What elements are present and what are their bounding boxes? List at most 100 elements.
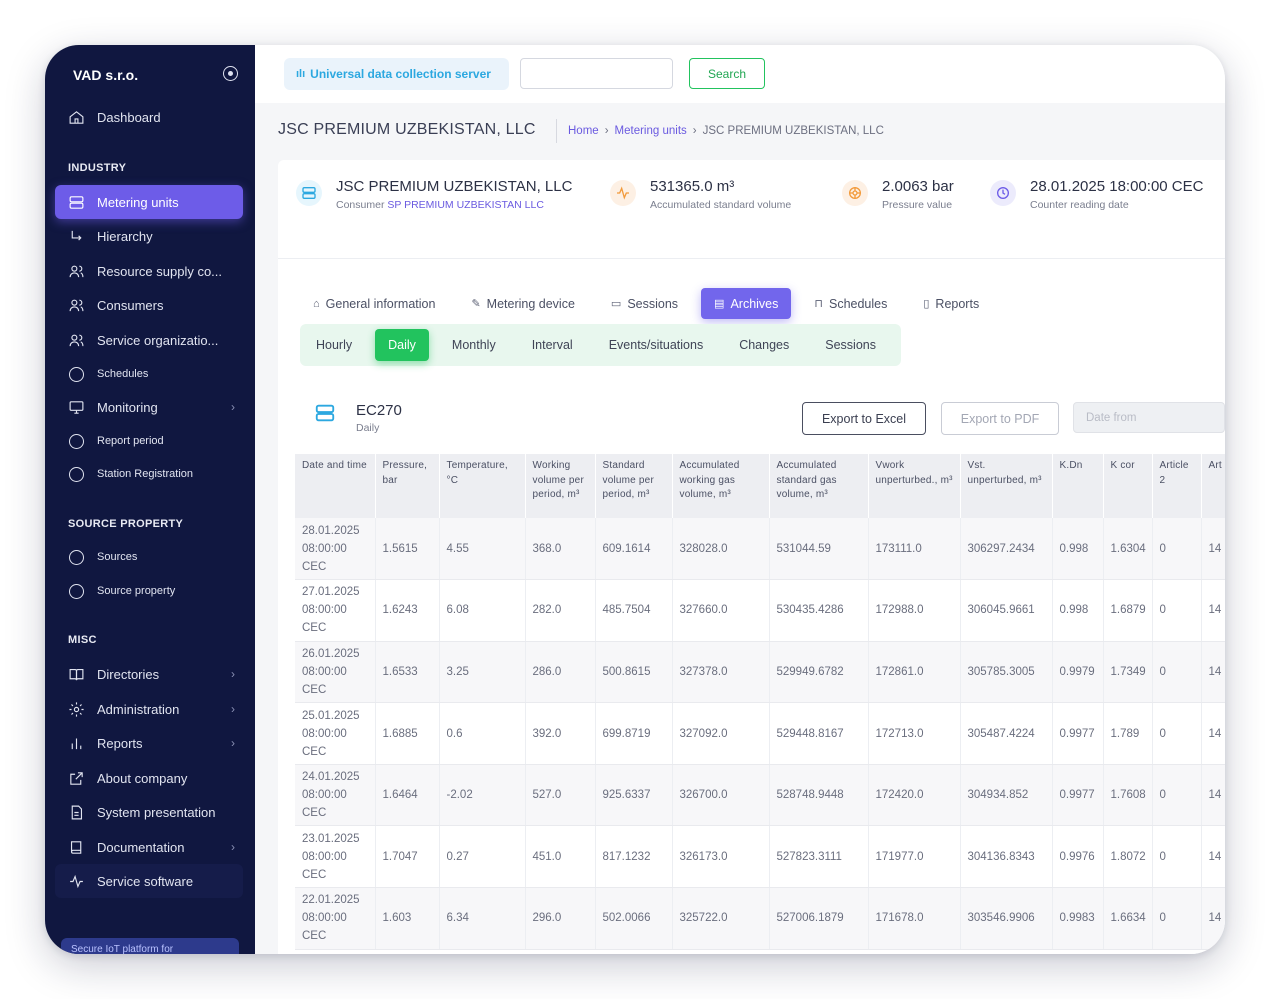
subtab-sessions[interactable]: Sessions bbox=[812, 329, 889, 361]
sidebar-item-consumers[interactable]: Consumers bbox=[55, 288, 243, 322]
sidebar-item-label: Dashboard bbox=[97, 109, 161, 125]
sidebar-item-monitoring[interactable]: Monitoring › bbox=[55, 390, 243, 424]
activity-icon bbox=[67, 872, 85, 890]
column-header[interactable]: Vwork unperturbed., m³ bbox=[868, 454, 961, 518]
sidebar-item-service-organizations[interactable]: Service organizatio... bbox=[55, 323, 243, 357]
column-header[interactable]: Standard volume per period, m³ bbox=[595, 454, 673, 518]
sidebar-item-documentation[interactable]: Documentation › bbox=[55, 830, 243, 864]
column-header[interactable]: K.Dn bbox=[1052, 454, 1104, 518]
sidebar-item-source-property[interactable]: Source property bbox=[55, 574, 243, 608]
server-icon bbox=[296, 180, 322, 206]
circle-icon bbox=[67, 365, 85, 383]
table-cell: 1.7349 bbox=[1103, 641, 1153, 704]
table-cell: 305785.3005 bbox=[960, 641, 1053, 704]
table-cell: 530435.4286 bbox=[769, 579, 869, 642]
archive-period-tabs: Hourly Daily Monthly Interval Events/sit… bbox=[300, 324, 901, 366]
tab-general-information[interactable]: ⌂ General information bbox=[300, 288, 448, 319]
table-cell: 699.8719 bbox=[595, 702, 673, 765]
subtab-daily[interactable]: Daily bbox=[375, 329, 429, 361]
table-cell: 171977.0 bbox=[868, 825, 961, 889]
subtab-changes[interactable]: Changes bbox=[726, 329, 802, 361]
table-cell: 304934.852 bbox=[960, 764, 1053, 827]
table-row[interactable]: 23.01.2025 08:00:00 CEC 1.7047 0.27 451.0 81… bbox=[295, 825, 1225, 889]
sidebar-item-schedules[interactable]: Schedules bbox=[55, 357, 243, 391]
sidebar-item-label: Monitoring bbox=[97, 399, 158, 415]
consumer-link[interactable]: SP PREMIUM UZBEKISTAN LLC bbox=[387, 199, 544, 211]
sidebar-item-system-presentation[interactable]: System presentation bbox=[55, 795, 243, 829]
sidebar-item-hierarchy[interactable]: Hierarchy bbox=[55, 219, 243, 253]
brand-name: VAD s.r.o. bbox=[73, 67, 139, 83]
unit-name: JSC PREMIUM UZBEKISTAN, LLC bbox=[336, 178, 573, 195]
chevron-right-icon: › bbox=[231, 736, 235, 750]
search-button[interactable]: Search bbox=[689, 58, 765, 89]
column-header[interactable]: Working volume per period, m³ bbox=[525, 454, 596, 518]
breadcrumb-metering-units[interactable]: Metering units bbox=[615, 125, 687, 137]
column-header[interactable]: K cor bbox=[1103, 454, 1153, 518]
tab-label: General information bbox=[325, 296, 436, 311]
table-cell: 296.0 bbox=[525, 887, 596, 950]
column-header[interactable]: Vst. unperturbed, m³ bbox=[960, 454, 1053, 518]
tab-sessions[interactable]: ▭ Sessions bbox=[598, 288, 691, 319]
sidebar-item-reports[interactable]: Reports › bbox=[55, 726, 243, 760]
sidebar-item-dashboard[interactable]: Dashboard bbox=[55, 100, 243, 134]
tab-reports[interactable]: ▯ Reports bbox=[910, 288, 992, 319]
table-cell: 172861.0 bbox=[868, 641, 961, 704]
table-cell: 0.9976 bbox=[1052, 825, 1104, 889]
subtab-interval[interactable]: Interval bbox=[519, 329, 586, 361]
sidebar-item-directories[interactable]: Directories › bbox=[55, 657, 243, 691]
column-header[interactable]: Date and time bbox=[295, 454, 376, 518]
table-cell: 527006.1879 bbox=[769, 887, 869, 950]
table-cell: 1.7047 bbox=[375, 825, 440, 889]
table-row[interactable]: 25.01.2025 08:00:00 CEC 1.6885 0.6 392.0 699… bbox=[295, 702, 1225, 765]
table-row[interactable]: 22.01.2025 08:00:00 CEC 1.603 6.34 296.0 502… bbox=[295, 887, 1225, 950]
tab-archives[interactable]: ▤ Archives bbox=[701, 288, 792, 319]
table-row[interactable]: 24.01.2025 08:00:00 CEC 1.6464 -2.02 527.0 9… bbox=[295, 764, 1225, 827]
table-cell: 306045.9661 bbox=[960, 579, 1053, 642]
sidebar-item-resource-supply[interactable]: Resource supply co... bbox=[55, 254, 243, 288]
home-icon bbox=[67, 108, 85, 126]
column-header[interactable]: Art 4 bbox=[1201, 454, 1225, 518]
subtab-events[interactable]: Events/situations bbox=[596, 329, 717, 361]
search-input[interactable] bbox=[520, 58, 673, 89]
sidebar-item-metering-units[interactable]: Metering units bbox=[55, 185, 243, 219]
table-cell: 304136.8343 bbox=[960, 825, 1053, 889]
sidebar-item-report-period[interactable]: Report period bbox=[55, 424, 243, 458]
column-header[interactable]: Article 2 bbox=[1152, 454, 1202, 518]
archive-table-container[interactable]: Date and time Pressure, bar Temperature, °… bbox=[295, 454, 1225, 954]
column-header[interactable]: Accumulated standard gas volume, m³ bbox=[769, 454, 869, 518]
table-row[interactable]: 26.01.2025 08:00:00 CEC 1.6533 3.25 286.0 50… bbox=[295, 641, 1225, 704]
device-period: Daily bbox=[356, 422, 380, 434]
section-misc: MISC bbox=[68, 634, 97, 646]
settings-toggle-icon[interactable] bbox=[223, 66, 238, 81]
export-pdf-button[interactable]: Export to PDF bbox=[941, 402, 1059, 435]
sidebar-item-administration[interactable]: Administration › bbox=[55, 692, 243, 726]
wrench-icon: ✎ bbox=[471, 298, 481, 310]
sidebar-item-service-software[interactable]: Service software bbox=[55, 864, 243, 898]
promo-banner[interactable]: Secure IoT platform for bbox=[61, 938, 239, 954]
sidebar-item-station-registration[interactable]: Station Registration bbox=[55, 457, 243, 491]
tab-schedules[interactable]: ⊓ Schedules bbox=[801, 288, 900, 319]
column-header[interactable]: Pressure, bar bbox=[375, 454, 440, 518]
subtab-hourly[interactable]: Hourly bbox=[303, 329, 365, 361]
export-excel-button[interactable]: Export to Excel bbox=[802, 402, 926, 435]
sidebar-item-about-company[interactable]: About company bbox=[55, 761, 243, 795]
column-header[interactable]: Accumulated working gas volume, m³ bbox=[672, 454, 770, 518]
subtab-monthly[interactable]: Monthly bbox=[439, 329, 509, 361]
table-cell: 28.01.2025 08:00:00 CEC bbox=[295, 518, 376, 581]
server-label[interactable]: ılı Universal data collection server bbox=[284, 58, 509, 90]
table-cell: 0.998 bbox=[1052, 579, 1104, 642]
divider bbox=[556, 119, 557, 143]
table-row[interactable]: 27.01.2025 08:00:00 CEC 1.6243 6.08 282.0 48… bbox=[295, 579, 1225, 642]
main-tabs: ⌂ General information ✎ Metering device ▭ S… bbox=[300, 288, 1002, 319]
date-from-input[interactable]: Date from bbox=[1073, 402, 1225, 433]
sidebar-item-sources[interactable]: Sources bbox=[55, 540, 243, 574]
breadcrumb-home[interactable]: Home bbox=[568, 125, 599, 137]
table-cell: 0.998 bbox=[1052, 518, 1104, 581]
table-row[interactable]: 28.01.2025 08:00:00 CEC 1.5615 4.55 368.0 60… bbox=[295, 518, 1225, 581]
section-source-property: SOURCE PROPERTY bbox=[68, 518, 184, 530]
column-header[interactable]: Temperature, °C bbox=[439, 454, 526, 518]
table-cell: 0.6 bbox=[439, 702, 526, 765]
reading-date-value: 28.01.2025 18:00:00 CEC bbox=[1030, 178, 1204, 195]
circle-icon bbox=[67, 432, 85, 450]
tab-metering-device[interactable]: ✎ Metering device bbox=[458, 288, 587, 319]
